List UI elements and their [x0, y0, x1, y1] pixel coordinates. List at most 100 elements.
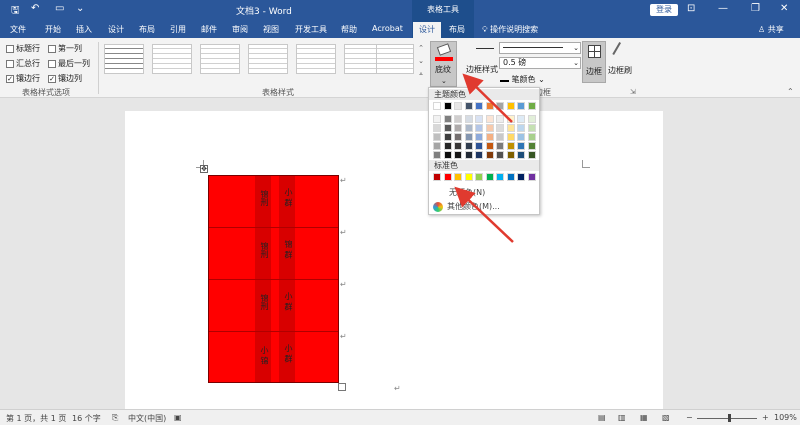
theme-shade-swatch[interactable] [485, 133, 494, 141]
standard-color-swatch[interactable] [475, 173, 483, 181]
first-column-option[interactable]: 第一列 [48, 43, 82, 54]
theme-shade-swatch[interactable] [475, 133, 483, 141]
theme-shade-swatch[interactable] [485, 124, 494, 132]
theme-color-swatch[interactable] [433, 102, 441, 110]
collapse-ribbon-icon[interactable]: ⌃ [787, 87, 794, 96]
tab-view[interactable]: 视图 [263, 24, 279, 35]
table-style-thumb[interactable] [296, 44, 336, 74]
theme-shade-swatch[interactable] [485, 142, 494, 150]
no-color-option[interactable]: 无颜色(N) [449, 187, 485, 198]
tab-help[interactable]: 帮助 [341, 24, 357, 35]
theme-shade-swatch[interactable] [475, 124, 483, 132]
theme-shade-swatch[interactable] [475, 115, 483, 123]
table-cell-text[interactable]: 小 群 [283, 292, 293, 311]
table-cell-text[interactable]: 锦刑 [259, 242, 269, 258]
table-style-thumb[interactable] [104, 44, 144, 74]
red-table[interactable]: 锦刑 小 群 锦刑 锦 群 锦刑 小 群 小 锦 小 群 [208, 175, 339, 383]
tab-home[interactable]: 开始 [45, 24, 61, 35]
theme-shade-swatch[interactable] [433, 115, 441, 123]
tab-design[interactable]: 设计 [108, 24, 124, 35]
table-cell-text[interactable]: 锦刑 [259, 294, 269, 310]
theme-shade-swatch[interactable] [496, 151, 504, 159]
theme-shade-swatch[interactable] [433, 142, 441, 150]
table-cell-text[interactable]: 锦 群 [283, 240, 293, 259]
standard-color-swatch[interactable] [464, 173, 473, 181]
zoom-in-icon[interactable]: + [762, 413, 769, 422]
theme-shade-swatch[interactable] [464, 115, 473, 123]
table-cell-text[interactable]: 小 锦 [259, 346, 269, 365]
tab-mailings[interactable]: 邮件 [201, 24, 217, 35]
tab-review[interactable]: 审阅 [232, 24, 248, 35]
theme-shade-swatch[interactable] [485, 151, 494, 159]
pen-color-button[interactable]: 笔颜色 ⌄ [500, 73, 545, 85]
chevron-down-icon[interactable]: ⌄ [441, 77, 447, 85]
theme-shade-swatch[interactable] [443, 151, 452, 159]
standard-color-swatch[interactable] [443, 173, 452, 181]
tab-table-design[interactable]: 设计 [413, 22, 441, 38]
theme-shade-swatch[interactable] [433, 151, 441, 159]
theme-shade-swatch[interactable] [527, 133, 536, 141]
theme-shade-swatch[interactable] [464, 124, 473, 132]
theme-shade-swatch[interactable] [517, 151, 525, 159]
borders-button[interactable]: 边框 [582, 41, 606, 83]
table-style-thumb[interactable] [248, 44, 288, 74]
read-mode-icon[interactable]: ▥ [618, 413, 626, 422]
theme-shade-swatch[interactable] [506, 124, 515, 132]
theme-shade-swatch[interactable] [517, 133, 525, 141]
header-row-option[interactable]: 标题行 [6, 43, 40, 54]
theme-shade-swatch[interactable] [464, 151, 473, 159]
dialog-launcher-icon[interactable]: ⇲ [630, 88, 636, 96]
standard-color-swatch[interactable] [454, 173, 462, 181]
theme-shade-swatch[interactable] [454, 133, 462, 141]
theme-shade-swatch[interactable] [485, 115, 494, 123]
theme-shade-swatch[interactable] [517, 124, 525, 132]
chevron-up-icon[interactable]: ⌃ [416, 42, 426, 55]
more-colors-option[interactable]: 其他颜色(M)... [433, 201, 500, 212]
theme-color-swatch[interactable] [443, 102, 452, 110]
theme-color-swatch[interactable] [475, 102, 483, 110]
theme-shade-swatch[interactable] [454, 124, 462, 132]
table-move-handle[interactable]: ✥ [200, 165, 208, 173]
restore-icon[interactable]: ❐ [751, 3, 760, 14]
close-icon[interactable]: ✕ [780, 3, 788, 14]
standard-color-swatch[interactable] [496, 173, 504, 181]
theme-shade-swatch[interactable] [527, 115, 536, 123]
theme-shade-swatch[interactable] [464, 133, 473, 141]
tab-insert[interactable]: 插入 [76, 24, 92, 35]
page-count[interactable]: 第 1 页，共 1 页 [6, 413, 66, 424]
theme-shade-swatch[interactable] [443, 142, 452, 150]
banded-columns-option[interactable]: ✓ 镶边列 [48, 73, 82, 84]
print-layout-icon[interactable]: ▦ [640, 413, 648, 422]
theme-shade-swatch[interactable] [506, 151, 515, 159]
theme-shade-swatch[interactable] [496, 115, 504, 123]
word-count[interactable]: 16 个字 [72, 413, 101, 424]
tab-table-layout[interactable]: 布局 [449, 24, 465, 35]
chevron-down-icon[interactable]: ⌄ [416, 55, 426, 68]
tab-layout[interactable]: 布局 [139, 24, 155, 35]
gallery-more-icon[interactable]: ⩡ [416, 68, 426, 81]
styles-gallery-scroll[interactable]: ⌃ ⌄ ⩡ [416, 42, 426, 81]
tab-developer[interactable]: 开发工具 [295, 24, 327, 35]
undo-icon[interactable]: ↶ [31, 3, 39, 14]
tab-file[interactable]: 文件 [10, 24, 26, 35]
macro-record-icon[interactable]: ▣ [174, 413, 182, 422]
standard-color-swatch[interactable] [433, 173, 441, 181]
standard-color-swatch[interactable] [527, 173, 536, 181]
border-styles-button[interactable]: 边框样式 [466, 64, 498, 75]
theme-shade-swatch[interactable] [527, 151, 536, 159]
zoom-slider-thumb[interactable] [728, 414, 731, 422]
theme-shade-swatch[interactable] [496, 142, 504, 150]
theme-shade-swatch[interactable] [454, 151, 462, 159]
table-cell-text[interactable]: 小 群 [283, 344, 293, 363]
tab-acrobat[interactable]: Acrobat [372, 24, 403, 33]
standard-color-swatch[interactable] [517, 173, 525, 181]
theme-shade-swatch[interactable] [527, 124, 536, 132]
theme-shade-swatch[interactable] [506, 115, 515, 123]
table-resize-handle[interactable] [338, 383, 346, 391]
theme-shade-swatch[interactable] [433, 124, 441, 132]
minimize-icon[interactable]: — [718, 3, 728, 14]
theme-shade-swatch[interactable] [443, 133, 452, 141]
last-column-checkbox[interactable] [48, 59, 56, 68]
shading-button[interactable]: 底纹 ⌄ [430, 41, 457, 87]
theme-shade-swatch[interactable] [454, 115, 462, 123]
